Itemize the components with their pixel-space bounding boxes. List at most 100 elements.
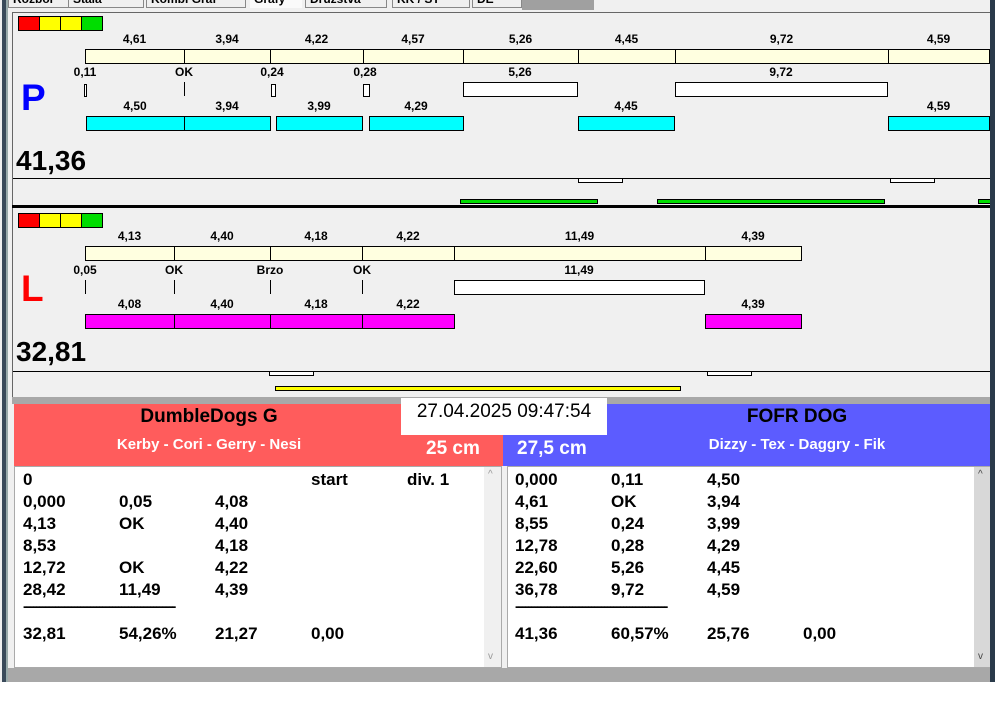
list-cell: 12,78 — [515, 536, 558, 555]
list-cell: 12,72 — [23, 558, 66, 577]
timeline-marker — [890, 178, 935, 183]
list-cell: start — [311, 470, 348, 489]
right-scrollbar[interactable]: ^ v — [974, 467, 991, 667]
split-bar — [270, 246, 363, 261]
lane-letter: P — [21, 77, 46, 118]
check-value: 0,05 — [73, 263, 97, 277]
run-bar — [276, 116, 363, 131]
split-time: 9,72 — [769, 32, 794, 46]
list-cell: OK — [119, 558, 145, 577]
run-bar — [705, 314, 802, 329]
list-cell: 4,29 — [707, 536, 741, 555]
check-value: 5,26 — [508, 65, 532, 79]
list-cell: 4,40 — [215, 514, 249, 533]
lane-letter: L — [21, 268, 44, 309]
right-team-height: 27,5 cm — [517, 438, 587, 459]
check-value: 0,28 — [353, 65, 377, 79]
right-results-list[interactable]: ^ v 0,000 0,11 4,50 4,61 OK 3,94 8,55 0,24 3,99 12… — [507, 466, 991, 668]
list-cell: 4,45 — [707, 558, 741, 577]
run-bar — [184, 116, 271, 131]
signal-light — [39, 213, 61, 228]
check-tick — [184, 82, 185, 96]
list-cell: 0,28 — [611, 536, 645, 555]
list-separator: ----------------------------------------… — [23, 598, 176, 614]
list-cell: 0,000 — [515, 470, 558, 489]
split-time: 4,40 — [210, 229, 234, 243]
tab-5[interactable]: KK / ST — [392, 0, 470, 8]
signal-light — [81, 213, 103, 228]
split-bar — [85, 49, 185, 64]
check-value: 0,24 — [260, 65, 284, 79]
list-cell: OK — [119, 514, 145, 533]
list-cell: 4,08 — [215, 492, 249, 511]
list-cell: 11,49 — [119, 580, 161, 599]
tab-bar-empty — [522, 0, 594, 10]
run-time: 4,45 — [614, 99, 638, 113]
scroll-up-icon[interactable]: ^ — [978, 469, 983, 480]
tab-4[interactable]: Družstva — [305, 0, 387, 8]
list-cell: 4,18 — [215, 536, 249, 555]
activity-strip — [657, 199, 885, 204]
signal-light — [60, 213, 82, 228]
split-time: 5,26 — [508, 32, 533, 46]
check-value: 0,11 — [73, 65, 97, 79]
list-cell: 28,42 — [23, 580, 66, 599]
left-team-height: 25 cm — [426, 438, 480, 459]
check-marker — [271, 84, 276, 97]
check-marker — [84, 84, 87, 97]
split-time: 3,94 — [215, 32, 239, 46]
scroll-down-icon[interactable]: v — [978, 651, 983, 662]
list-cell: 0 — [23, 470, 33, 489]
lane-total-time: 41,36 — [16, 145, 87, 176]
split-time: 11,49 — [564, 229, 595, 243]
check-tick — [174, 280, 175, 294]
summary-cell: 41,36 — [515, 624, 558, 643]
summary-cell: 21,27 — [215, 624, 258, 643]
tab-3[interactable]: Grafy — [250, 0, 302, 8]
left-team-name: DumbleDogs G — [140, 406, 278, 427]
lane-l: 4,13 4,40 4,18 4,22 11,49 4,39 0,05 OK Brzo OK 11,… — [12, 208, 991, 398]
scroll-up-icon[interactable]: ^ — [488, 469, 493, 480]
list-cell: 0,000 — [23, 492, 66, 511]
timestamp: 27.04.2025 09:47:54 — [401, 398, 607, 435]
run-bar — [888, 116, 990, 131]
run-time: 3,99 — [307, 99, 331, 113]
list-cell: 4,39 — [215, 580, 249, 599]
list-cell: 4,61 — [515, 492, 549, 511]
list-cell: 8,53 — [23, 536, 57, 555]
list-separator: ----------------------------------------… — [515, 598, 668, 614]
lane-total-time: 32,81 — [16, 336, 87, 367]
timeline-marker — [578, 178, 623, 183]
summary-cell: 32,81 — [23, 624, 66, 643]
check-marker — [463, 82, 578, 97]
list-cell: 0,24 — [611, 514, 645, 533]
left-scrollbar[interactable]: ^ v — [484, 467, 501, 667]
run-bar — [174, 314, 271, 329]
list-cell: 0,05 — [119, 492, 153, 511]
split-time: 4,61 — [122, 32, 147, 46]
tab-1[interactable]: Stala — [68, 0, 144, 8]
activity-strip — [460, 199, 598, 204]
check-marker — [363, 84, 370, 97]
scroll-down-icon[interactable]: v — [488, 651, 493, 662]
split-bar — [675, 49, 889, 64]
list-cell: 36,78 — [515, 580, 558, 599]
timeline — [13, 371, 991, 372]
list-cell: 4,50 — [707, 470, 741, 489]
tab-2[interactable]: Kombi Graf — [146, 0, 246, 8]
check-marker — [675, 82, 888, 97]
split-time: 4,59 — [926, 32, 951, 46]
run-time: 4,29 — [404, 99, 428, 113]
window-border-right — [990, 0, 995, 682]
signal-light — [81, 16, 103, 31]
list-cell: 3,99 — [707, 514, 741, 533]
tab-6[interactable]: DE — [472, 0, 522, 8]
tab-0[interactable]: Rozbor — [8, 0, 72, 8]
run-bar — [578, 116, 675, 131]
list-cell: 9,72 — [611, 580, 645, 599]
split-time: 4,18 — [304, 229, 328, 243]
signal-light — [18, 213, 40, 228]
left-results-list[interactable]: ^ v 0 start div. 1 0,000 0,05 4,08 4,13 OK 4,40 8,… — [14, 466, 502, 668]
run-time: 4,40 — [210, 297, 234, 311]
split-time: 4,45 — [614, 32, 639, 46]
